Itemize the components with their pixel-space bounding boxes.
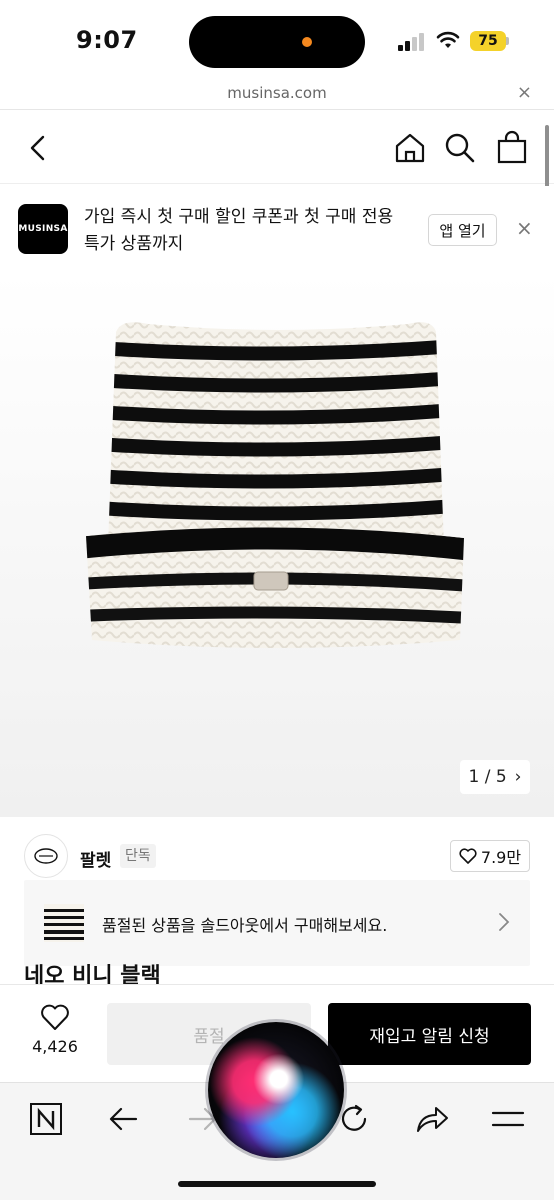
chevron-right-icon — [499, 913, 510, 931]
wifi-icon — [436, 31, 460, 48]
cellular-signal-icon — [398, 33, 426, 51]
musinsa-logo: MUSINSA — [18, 204, 68, 254]
heart-icon — [459, 848, 477, 864]
brand-row: 팔렛 단독 7.9만 — [0, 832, 554, 880]
product-thumbnail — [44, 904, 84, 942]
share-icon[interactable] — [414, 1101, 450, 1137]
dynamic-island — [189, 16, 365, 68]
brand-name[interactable]: 팔렛 — [80, 846, 111, 871]
recording-indicator-icon — [302, 37, 312, 47]
battery-level: 75 — [470, 31, 506, 51]
battery-cap-icon — [506, 37, 509, 45]
home-icon[interactable] — [394, 132, 426, 164]
image-counter-text: 1 / 5 — [468, 767, 507, 787]
soldout-notice-banner[interactable]: 품절된 상품을 솔드아웃에서 구매해보세요. — [24, 880, 530, 966]
close-icon[interactable]: × — [517, 82, 532, 103]
product-image-carousel[interactable]: 1 / 5 › — [0, 272, 554, 817]
product-image — [86, 322, 464, 648]
close-icon[interactable]: × — [516, 216, 533, 240]
naver-app-icon[interactable] — [28, 1101, 64, 1137]
shopping-bag-icon[interactable] — [496, 130, 528, 164]
banner-text: 가입 즉시 첫 구매 할인 쿠폰과 첫 구매 전용 특가 상품까지 — [84, 207, 394, 254]
back-icon[interactable] — [26, 134, 50, 162]
brand-logo-icon — [34, 848, 58, 864]
browser-url-bar[interactable]: musinsa.com × — [0, 80, 554, 110]
brand-like-button[interactable]: 7.9만 — [450, 840, 530, 872]
exclusive-badge: 단독 — [120, 844, 156, 868]
brand-avatar[interactable] — [24, 834, 68, 878]
chevron-right-icon: › — [514, 767, 522, 787]
restock-alert-button[interactable]: 재입고 알림 신청 — [328, 1003, 531, 1065]
url-text[interactable]: musinsa.com — [0, 84, 554, 102]
heart-icon — [41, 1004, 69, 1030]
app-install-banner: MUSINSA 가입 즉시 첫 구매 할인 쿠폰과 첫 구매 전용 특가 상품까… — [0, 186, 554, 272]
notice-text: 품절된 상품을 솔드아웃에서 구매해보세요. — [102, 916, 388, 935]
wishlist-button[interactable]: 4,426 — [22, 1003, 88, 1056]
status-time: 9:07 — [76, 26, 138, 54]
open-app-button[interactable]: 앱 열기 — [428, 214, 497, 246]
search-icon[interactable] — [444, 132, 476, 164]
status-bar: 9:07 75 — [0, 0, 554, 80]
home-indicator[interactable] — [178, 1181, 376, 1187]
menu-icon[interactable] — [490, 1101, 526, 1137]
product-title: 네오 비니 블랙 — [24, 964, 161, 984]
siri-orb-icon[interactable] — [208, 1022, 344, 1158]
back-arrow-icon[interactable] — [106, 1101, 142, 1137]
wishlist-count: 4,426 — [32, 1037, 78, 1056]
image-counter[interactable]: 1 / 5 › — [460, 760, 530, 794]
app-header — [0, 112, 554, 184]
brand-like-count: 7.9만 — [480, 848, 522, 867]
